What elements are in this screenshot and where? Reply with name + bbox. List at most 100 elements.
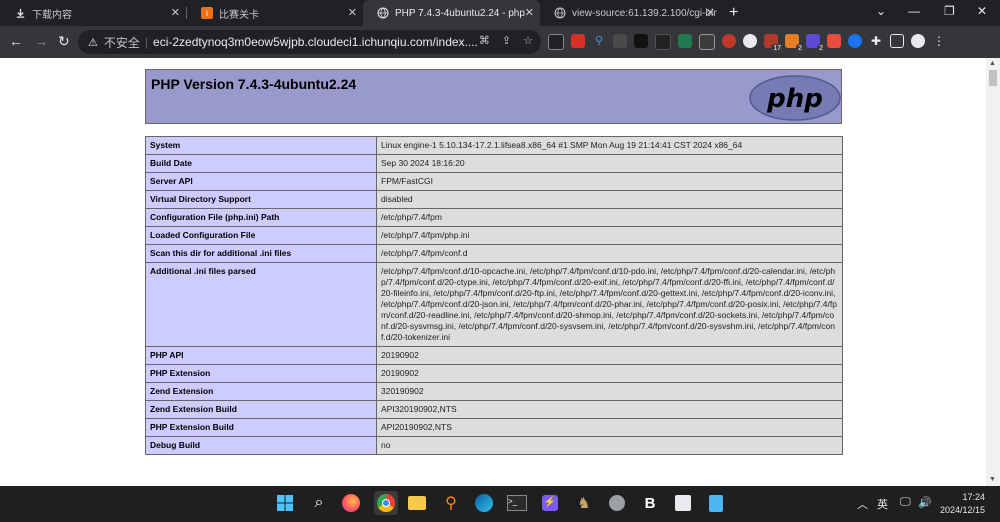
extension-icon[interactable]: [548, 34, 564, 50]
address-bar[interactable]: ⚠ 不安全 | eci-2zedtynoq3m0eow5wjpb.cloudec…: [78, 30, 541, 54]
app-lightning-icon[interactable]: ⚡: [540, 493, 560, 513]
extension-icon[interactable]: 2: [785, 34, 804, 53]
row-label: Debug Build: [145, 436, 377, 455]
avatar[interactable]: [911, 34, 925, 48]
php-logo-text: php: [766, 84, 823, 114]
table-row: Virtual Directory Support disabled: [145, 190, 843, 209]
row-label: Loaded Configuration File: [145, 226, 377, 245]
url-text[interactable]: eci-2zedtynoq3m0eow5wjpb.cloudeci1.ichun…: [153, 35, 478, 49]
pin-icon[interactable]: ⚲: [592, 34, 606, 48]
omnibox-divider: |: [144, 35, 149, 49]
app-horse-icon[interactable]: ♞: [574, 493, 594, 513]
windows-start-icon[interactable]: [275, 493, 295, 513]
clock-date: 2024/12/15: [940, 505, 986, 515]
extension-icon[interactable]: [655, 34, 671, 50]
table-row: Debug Build no: [145, 436, 843, 455]
extension-badge: 2: [817, 44, 825, 53]
close-icon[interactable]: ✕: [348, 6, 357, 19]
row-label: Zend Extension: [145, 382, 377, 401]
insecure-label: 不安全: [103, 35, 140, 50]
close-icon[interactable]: ✕: [171, 6, 180, 19]
app-b-icon[interactable]: B: [640, 493, 660, 513]
tab-phpinfo[interactable]: PHP 7.4.3-4ubuntu2.24 - phpinfo() ✕: [363, 0, 540, 26]
edge-icon[interactable]: [474, 493, 494, 513]
scroll-down-icon[interactable]: ▼: [989, 476, 996, 483]
row-label: Zend Extension Build: [145, 400, 377, 419]
extension-icon[interactable]: [613, 34, 627, 48]
row-label: PHP API: [145, 346, 377, 365]
extension-icon[interactable]: [678, 34, 692, 48]
tab-strip: 下载内容 ✕ i 比赛关卡 ✕ PHP 7.4.3-4ubuntu2.24 - …: [0, 0, 1000, 26]
tab-title: 比赛关卡: [219, 9, 259, 21]
extension-icon[interactable]: 17: [764, 34, 783, 53]
new-tab-button[interactable]: +: [729, 4, 738, 22]
back-button[interactable]: ←: [9, 33, 23, 49]
firefox-icon[interactable]: [341, 493, 361, 513]
extension-icon[interactable]: [571, 34, 585, 48]
close-window-button[interactable]: ✕: [977, 4, 987, 18]
extension-icon[interactable]: [634, 34, 648, 48]
extension-icon[interactable]: [722, 34, 736, 48]
extension-icon[interactable]: [827, 34, 841, 48]
ime-indicator[interactable]: 英: [877, 496, 888, 512]
terminal-icon[interactable]: >_: [507, 493, 527, 513]
translate-icon[interactable]: ⌘: [479, 34, 490, 47]
scroll-up-icon[interactable]: ▲: [989, 60, 996, 67]
row-label: Virtual Directory Support: [145, 190, 377, 209]
extension-badge: 2: [796, 44, 804, 53]
row-value: no: [376, 436, 843, 455]
menu-kebab-icon[interactable]: ⋮: [932, 34, 946, 48]
clock-time: 17:24: [962, 492, 986, 502]
row-value: API20190902,NTS: [376, 418, 843, 437]
tray-overflow-icon[interactable]: ︿: [857, 496, 868, 512]
extension-icon[interactable]: 2: [806, 34, 825, 53]
row-value: /etc/php/7.4/fpm: [376, 208, 843, 227]
php-version-header: PHP Version 7.4.3-4ubuntu2.24 php: [145, 69, 842, 124]
tab-view-source[interactable]: view-source:61.139.2.100/cgi-bin ✕: [540, 0, 721, 26]
php-logo-icon: php: [749, 75, 841, 121]
reload-button[interactable]: ↻: [58, 33, 70, 50]
minimize-button[interactable]: —: [908, 4, 920, 18]
warning-icon[interactable]: ⚠: [88, 36, 98, 49]
globe-icon: [554, 7, 566, 19]
app-gear-icon[interactable]: [607, 493, 627, 513]
share-icon[interactable]: ⇪: [502, 34, 511, 47]
tab-search-icon[interactable]: ⌄: [876, 4, 886, 18]
everything-search-icon[interactable]: ⚲: [441, 493, 461, 513]
forward-button[interactable]: →: [34, 33, 48, 49]
row-value: /etc/php/7.4/fpm/php.ini: [376, 226, 843, 245]
scrollbar-thumb[interactable]: [989, 70, 997, 86]
chrome-icon[interactable]: [374, 491, 398, 515]
row-value: Sep 30 2024 18:16:20: [376, 154, 843, 173]
table-row: PHP Extension 20190902: [145, 364, 843, 383]
puzzle-icon[interactable]: ✚: [869, 34, 883, 48]
bookmark-star-icon[interactable]: ☆: [523, 34, 533, 47]
tab-challenge[interactable]: i 比赛关卡 ✕: [187, 0, 363, 26]
side-panel-icon[interactable]: [890, 34, 904, 48]
search-icon[interactable]: ⌕: [309, 493, 329, 513]
row-label: Scan this dir for additional .ini files: [145, 244, 377, 263]
row-value: /etc/php/7.4/fpm/conf.d: [376, 244, 843, 263]
extension-icon[interactable]: [699, 34, 715, 50]
phpinfo-table: System Linux engine-1 5.10.134-17.2.1.lif…: [145, 136, 843, 455]
notepad-icon[interactable]: [706, 493, 726, 513]
close-icon[interactable]: ✕: [525, 6, 534, 19]
tab-downloads[interactable]: 下载内容 ✕: [0, 0, 186, 26]
file-explorer-icon[interactable]: [407, 493, 427, 513]
tab-title: view-source:61.139.2.100/cgi-bin: [572, 7, 717, 19]
row-label: PHP Extension: [145, 364, 377, 383]
close-icon[interactable]: ✕: [706, 6, 715, 19]
volume-icon[interactable]: 🔊: [918, 496, 932, 509]
download-icon: [14, 7, 26, 19]
network-icon[interactable]: 🖵: [900, 496, 911, 509]
restore-button[interactable]: ❐: [944, 4, 955, 18]
row-value: disabled: [376, 190, 843, 209]
row-label: PHP Extension Build: [145, 418, 377, 437]
row-value: 20190902: [376, 364, 843, 383]
system-clock[interactable]: 17:24 2024/12/15: [940, 491, 985, 517]
extension-icon[interactable]: [848, 34, 862, 48]
app-calendar-icon[interactable]: [673, 493, 693, 513]
page-scrollbar[interactable]: ▲ ▼: [986, 58, 1000, 486]
extension-icon[interactable]: [743, 34, 757, 48]
row-value: FPM/FastCGI: [376, 172, 843, 191]
